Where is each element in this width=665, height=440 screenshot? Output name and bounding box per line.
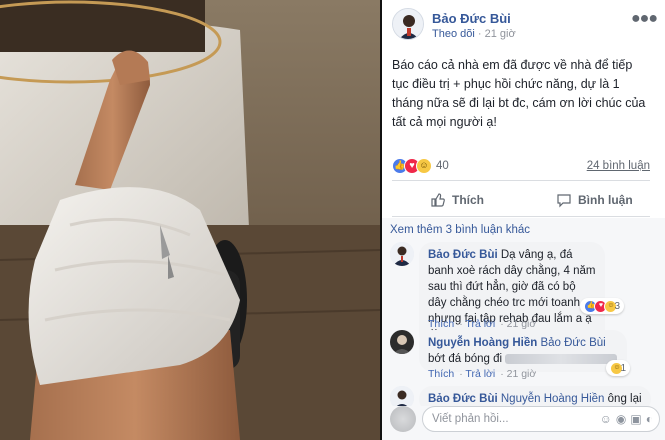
comment-actions: Thích · Trả lời · 21 giờ (428, 318, 536, 330)
comment-dot: · (500, 368, 504, 380)
comment-reaction-count: 1 (620, 362, 626, 374)
follow-link[interactable]: Theo dõi (432, 28, 475, 40)
comment-dot: · (500, 318, 504, 330)
comment-time[interactable]: 21 giờ (507, 368, 537, 380)
comment-time[interactable]: 21 giờ (507, 318, 537, 330)
facebook-photo-viewer: Bảo Đức Bùi Theo dõi · 21 giờ ●●● Báo cá… (0, 0, 665, 440)
author-name[interactable]: Bảo Đức Bùi (432, 11, 511, 26)
reaction-count[interactable]: 40 (436, 160, 449, 172)
comment-reaction-count: 3 (614, 300, 620, 312)
commenter-name[interactable]: Bảo Đức Bùi (428, 249, 498, 261)
emoji-icon[interactable]: ☺ (600, 412, 612, 426)
post-actions: Thích Bình luận (392, 187, 650, 213)
commenter-name[interactable]: Nguyễn Hoàng Hiền (428, 337, 537, 349)
comment-reply-link[interactable]: Trả lời (465, 318, 495, 330)
comment-bubble-icon (557, 194, 571, 208)
author-avatar[interactable] (392, 8, 424, 40)
comments-section: Xem thêm 3 bình luận khác Bảo Đức Bùi Dạ… (382, 218, 665, 440)
current-user-avatar (390, 406, 416, 432)
gif-icon[interactable]: ▣ (630, 412, 641, 426)
like-label: Thích (452, 193, 484, 207)
comment-reactions[interactable]: ☺ 1 (606, 360, 630, 376)
like-button[interactable]: Thích (430, 187, 484, 213)
reaction-icons: 👍 ♥ ☺ (392, 158, 432, 174)
comment-text: bóng đi (464, 353, 503, 365)
comment-item: Nguyễn Hoàng Hiền Bảo Đức Bùi bớt đá bón… (390, 330, 660, 380)
commenter-avatar[interactable] (390, 330, 414, 354)
comment-actions: Thích · Trả lời · 21 giờ (428, 368, 536, 380)
tagged-user[interactable]: Bảo Đức Bùi (540, 337, 605, 349)
reply-box: Viết phản hồi... ☺ ◉ ▣ ◐ (390, 400, 662, 436)
divider-top (392, 180, 650, 181)
comment-dot: · (459, 368, 463, 380)
comment-reply-link[interactable]: Trả lời (465, 368, 495, 380)
haha-reaction-icon: ☺ (416, 158, 432, 174)
post-meta: Theo dõi · 21 giờ (432, 28, 516, 40)
comment-label: Bình luận (578, 193, 633, 207)
commenter-avatar[interactable] (390, 242, 414, 266)
comment-text: bớt đá (428, 353, 462, 365)
camera-icon[interactable]: ◉ (616, 412, 626, 426)
knee-bandage-photo (0, 0, 380, 440)
more-options-icon[interactable]: ●●● (631, 10, 658, 28)
comment-count[interactable]: 24 bình luận (587, 160, 650, 172)
comment-dot: · (459, 318, 463, 330)
thumbs-up-icon (431, 193, 445, 207)
post-text: Báo cáo cả nhà em đã được về nhà để tiếp… (392, 58, 646, 129)
comment-reactions[interactable]: 👍 ♥ ☺ 3 (580, 298, 624, 314)
meta-separator: · (477, 28, 482, 40)
comment-button[interactable]: Bình luận (556, 187, 665, 213)
blurred-text (505, 353, 618, 364)
post-time[interactable]: 21 giờ (485, 28, 516, 40)
reply-input[interactable]: Viết phản hồi... ☺ ◉ ▣ ◐ (422, 406, 660, 432)
comment-like-link[interactable]: Thích (428, 368, 454, 380)
view-more-comments-link[interactable]: Xem thêm 3 bình luận khác (390, 224, 530, 236)
reply-tools: ☺ ◉ ▣ ◐ (600, 412, 653, 426)
comment-bubble: Nguyễn Hoàng Hiền Bảo Đức Bùi bớt đá bón… (419, 330, 627, 372)
reply-placeholder: Viết phản hồi... (432, 413, 509, 425)
post-header: Bảo Đức Bùi Theo dõi · 21 giờ ●●● (392, 8, 658, 44)
divider-bottom (392, 216, 650, 217)
post-photo[interactable] (0, 0, 380, 440)
post-side-panel: Bảo Đức Bùi Theo dõi · 21 giờ ●●● Báo cá… (382, 0, 665, 440)
reactions-bar[interactable]: 👍 ♥ ☺ 40 24 bình luận (392, 158, 650, 176)
comment-like-link[interactable]: Thích (428, 318, 454, 330)
sticker-icon[interactable]: ◐ (646, 412, 653, 426)
comment-item: Bảo Đức Bùi Dạ vâng ạ, đá banh xoè rách … (390, 242, 660, 348)
